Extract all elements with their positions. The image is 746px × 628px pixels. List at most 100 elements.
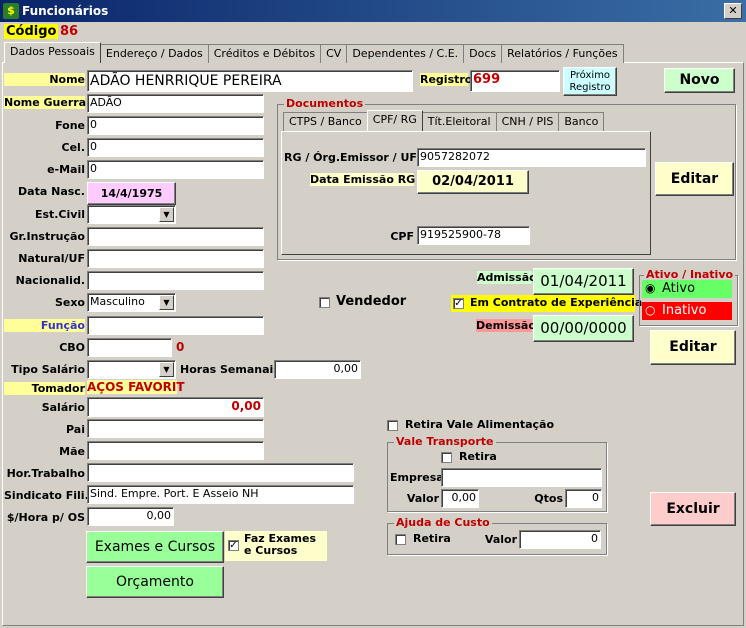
horas-semanais-input[interactable]: 0,00 bbox=[274, 360, 361, 379]
nacionalid-label: Nacionalid. bbox=[15, 274, 85, 287]
vt-retira-label: Retira bbox=[459, 450, 497, 463]
data-nasc-input[interactable]: 14/4/1975 bbox=[87, 182, 176, 205]
vt-valor-label: Valor bbox=[406, 492, 439, 505]
close-button[interactable]: ✕ bbox=[724, 3, 742, 19]
gr-instrucao-input[interactable] bbox=[87, 227, 264, 246]
chevron-down-icon[interactable]: ▼ bbox=[159, 295, 174, 310]
data-nasc-label: Data Nasc. bbox=[18, 185, 85, 198]
window-title: Funcionários bbox=[22, 4, 109, 18]
tab-banco[interactable]: Banco bbox=[558, 112, 605, 131]
vendedor-checkbox[interactable] bbox=[319, 297, 330, 308]
chevron-down-icon[interactable]: ▼ bbox=[159, 362, 174, 377]
vt-empresa-input[interactable] bbox=[441, 468, 602, 487]
excluir-button[interactable]: Excluir bbox=[650, 492, 736, 526]
ativo-label: Ativo bbox=[662, 281, 696, 296]
nome-input[interactable]: ADÃO HENRRIQUE PEREIRA bbox=[87, 70, 413, 92]
cbo-count: 0 bbox=[176, 340, 185, 354]
nome-guerra-input[interactable]: ADÃO bbox=[87, 94, 264, 113]
cpf-label: CPF bbox=[390, 230, 414, 243]
sexo-value: Masculino bbox=[90, 295, 145, 308]
faz-exames-checkbox[interactable]: ✓ bbox=[228, 540, 239, 551]
fone-input[interactable]: 0 bbox=[87, 116, 264, 135]
salario-label: Salário bbox=[41, 401, 85, 414]
editar-documentos-button[interactable]: Editar bbox=[655, 162, 734, 196]
natural-label: Natural/UF bbox=[18, 252, 85, 265]
est-civil-select[interactable]: ▼ bbox=[87, 205, 176, 224]
vale-transporte-title: Vale Transporte bbox=[394, 435, 496, 448]
tab-endereco[interactable]: Endereço / Dados bbox=[99, 44, 209, 63]
salario-input[interactable]: 0,00 bbox=[87, 397, 264, 417]
hora-os-input[interactable]: 0,00 bbox=[87, 507, 174, 526]
nome-label: Nome bbox=[4, 73, 85, 86]
novo-button[interactable]: Novo bbox=[664, 68, 735, 93]
mae-input[interactable] bbox=[87, 441, 264, 460]
ativo-radio-row[interactable]: ◉ Ativo bbox=[642, 280, 732, 298]
cbo-input[interactable] bbox=[87, 338, 172, 357]
pai-input[interactable] bbox=[87, 419, 264, 438]
tab-docs[interactable]: Docs bbox=[463, 44, 503, 63]
proximo-registro-button[interactable]: Próximo Registro bbox=[563, 67, 617, 96]
nacionalid-input[interactable] bbox=[87, 271, 264, 290]
inativo-label: Inativo bbox=[662, 303, 707, 318]
rg-label: RG / Órg.Emissor / UF bbox=[284, 151, 417, 164]
email-input[interactable]: 0 bbox=[87, 160, 264, 179]
sindicato-input[interactable]: Sind. Empre. Port. E Asseio NH bbox=[87, 485, 354, 504]
vt-valor-input[interactable]: 0,00 bbox=[441, 489, 479, 508]
rg-input[interactable]: 9057282072 bbox=[417, 148, 646, 167]
radio-selected-icon: ◉ bbox=[645, 281, 656, 295]
tab-cv[interactable]: CV bbox=[320, 44, 348, 63]
contrato-checkbox[interactable]: ✓ bbox=[453, 298, 464, 309]
admissao-label: Admissão bbox=[477, 271, 537, 284]
vt-qtos-input[interactable]: 0 bbox=[565, 489, 602, 508]
hor-trabalho-input[interactable] bbox=[87, 463, 354, 482]
orcamento-button[interactable]: Orçamento bbox=[86, 566, 224, 598]
fone-label: Fone bbox=[55, 119, 85, 132]
tipo-salario-label: Tipo Salário bbox=[11, 363, 85, 376]
exames-cursos-button[interactable]: Exames e Cursos bbox=[86, 531, 224, 563]
inativo-radio-row[interactable]: ○ Inativo bbox=[642, 302, 732, 320]
ajuda-custo-title: Ajuda de Custo bbox=[394, 516, 492, 529]
hor-trabalho-label: Hor.Trabalho bbox=[6, 467, 85, 480]
ajuda-retira-label: Retira bbox=[413, 532, 451, 545]
funcao-input[interactable] bbox=[87, 316, 264, 335]
ajuda-retira-checkbox[interactable] bbox=[395, 534, 406, 545]
codigo-value: 86 bbox=[60, 24, 79, 39]
sindicato-label: Sindicato Fili. bbox=[4, 489, 89, 502]
sexo-select[interactable]: Masculino ▼ bbox=[87, 293, 176, 312]
title-bar: $ Funcionários ✕ bbox=[0, 0, 746, 22]
faz-exames-area: ✓ Faz Exames e Cursos bbox=[225, 531, 327, 561]
tab-dados-pessoais[interactable]: Dados Pessoais bbox=[4, 42, 101, 63]
editar-admissao-button[interactable]: Editar bbox=[650, 330, 736, 365]
ajuda-valor-label: Valor bbox=[484, 533, 517, 546]
funcao-label: Função bbox=[4, 319, 85, 332]
vt-empresa-label: Empresa bbox=[390, 471, 444, 484]
chevron-down-icon[interactable]: ▼ bbox=[159, 207, 174, 222]
faz-exames-label: Faz Exames e Cursos bbox=[244, 532, 317, 557]
horas-semanais-label: Horas Semanais bbox=[180, 363, 280, 376]
mae-label: Mãe bbox=[59, 445, 85, 458]
cel-label: Cel. bbox=[61, 141, 85, 154]
vt-retira-checkbox[interactable] bbox=[441, 452, 452, 463]
tab-dependentes[interactable]: Dependentes / C.E. bbox=[346, 44, 465, 63]
tab-relatorios[interactable]: Relatórios / Funções bbox=[501, 44, 624, 63]
documentos-tabs: CTPS / Banco CPF/ RG Tít.Eleitoral CNH /… bbox=[283, 110, 605, 131]
contrato-label: Em Contrato de Experiência bbox=[470, 296, 643, 309]
data-emissao-input[interactable]: 02/04/2011 bbox=[417, 170, 529, 194]
data-emissao-label: Data Emissão RG bbox=[310, 173, 416, 186]
tab-cpf-rg[interactable]: CPF/ RG bbox=[366, 110, 423, 131]
ajuda-valor-input[interactable]: 0 bbox=[519, 530, 601, 549]
contrato-area: ✓ Em Contrato de Experiência bbox=[451, 295, 642, 312]
tipo-salario-select[interactable]: ▼ bbox=[87, 360, 176, 379]
tab-tit-eleitoral[interactable]: Tít.Eleitoral bbox=[421, 112, 497, 131]
cpf-input[interactable]: 919525900-78 bbox=[417, 226, 530, 245]
tab-ctps-banco[interactable]: CTPS / Banco bbox=[283, 112, 368, 131]
registro-input[interactable]: 699 bbox=[470, 70, 560, 92]
retira-va-checkbox[interactable] bbox=[387, 420, 398, 431]
admissao-input[interactable]: 01/04/2011 bbox=[533, 268, 634, 295]
natural-input[interactable] bbox=[87, 249, 264, 268]
demissao-input[interactable]: 00/00/0000 bbox=[533, 315, 634, 342]
tab-cnh-pis[interactable]: CNH / PIS bbox=[495, 112, 560, 131]
sexo-label: Sexo bbox=[54, 296, 85, 309]
cel-input[interactable]: 0 bbox=[87, 138, 264, 157]
tab-creditos[interactable]: Créditos e Débitos bbox=[207, 44, 322, 63]
